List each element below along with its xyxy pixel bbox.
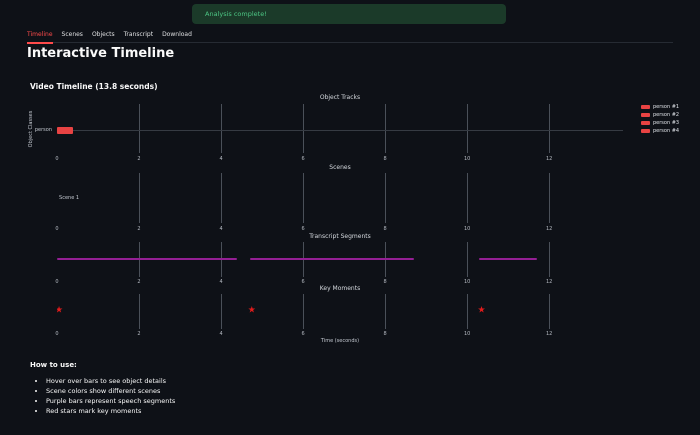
subplot-title: Scenes [329, 164, 351, 171]
panel-plot-area [57, 242, 623, 277]
x-tick-label: 10 [463, 156, 471, 162]
key-moment-star[interactable]: ★ [248, 306, 256, 315]
legend-swatch [641, 105, 650, 109]
x-tick-label: 12 [545, 156, 553, 162]
legend-label: person #3 [653, 120, 680, 126]
x-tick-label: 6 [301, 156, 305, 162]
x-tick-label: 12 [545, 226, 553, 232]
y-tick-label: person [34, 127, 52, 133]
gridline [384, 104, 386, 153]
gridline [220, 173, 222, 223]
key-moment-star[interactable]: ★ [57, 306, 63, 315]
how-to-use-item: Purple bars represent speech segments [46, 396, 175, 406]
subplot-title: Transcript Segments [309, 233, 371, 240]
x-tick-label: 0 [55, 226, 59, 232]
gridline [548, 294, 550, 329]
panel-plot-area [57, 104, 623, 153]
how-to-use-list: Hover over bars to see object details Sc… [30, 376, 175, 416]
gridline [384, 294, 386, 329]
gridline [466, 242, 468, 277]
how-to-use-item: Scene colors show different scenes [46, 386, 175, 396]
x-tick-label: 2 [137, 331, 141, 337]
legend-item[interactable]: person #1 [641, 103, 679, 111]
x-tick-label: 2 [137, 156, 141, 162]
gridline [384, 173, 386, 223]
x-tick-label: 10 [463, 226, 471, 232]
transcript-segment-bar[interactable] [249, 258, 414, 260]
how-to-use-item: Red stars mark key moments [46, 406, 175, 416]
x-tick-label: 12 [545, 331, 553, 337]
x-tick-label: 4 [219, 226, 223, 232]
legend-label: person #4 [653, 128, 680, 134]
legend-label: person #1 [653, 104, 680, 110]
x-tick-label: 8 [383, 226, 387, 232]
legend-item[interactable]: person #4 [641, 127, 679, 135]
x-tick-label: 0 [55, 331, 59, 337]
how-to-use-item: Hover over bars to see object details [46, 376, 175, 386]
gridline [302, 173, 304, 223]
gridline [220, 294, 222, 329]
gridline [138, 294, 140, 329]
transcript-segment-bar[interactable] [57, 258, 238, 260]
x-tick-label: 4 [219, 331, 223, 337]
subplot-title: Object Tracks [319, 94, 361, 101]
x-tick-label: 4 [219, 156, 223, 162]
legend-item[interactable]: person #3 [641, 119, 679, 127]
gridline [466, 294, 468, 329]
how-to-use-title: How to use: [30, 361, 77, 369]
how-to-use-section: How to use: Hover over bars to see objec… [30, 361, 175, 416]
gridline [138, 173, 140, 223]
x-tick-label: 6 [301, 331, 305, 337]
gridline [466, 104, 468, 153]
object-track-bar[interactable] [57, 126, 74, 134]
panel-plot-area: ★ ★ ★ [57, 294, 623, 329]
gridline [220, 104, 222, 153]
key-moment-star[interactable]: ★ [477, 306, 485, 315]
gridline [302, 294, 304, 329]
gridline [548, 242, 550, 277]
gridline [548, 104, 550, 153]
x-axis-title: Time (seconds) [320, 338, 360, 344]
chart-legend: person #1 person #2 person #3 person #4 [641, 103, 679, 135]
legend-label: person #2 [653, 112, 680, 118]
transcript-segment-bar[interactable] [479, 258, 537, 260]
gridline [302, 104, 304, 153]
x-tick-label: 10 [463, 331, 471, 337]
legend-swatch [641, 121, 650, 125]
legend-item[interactable]: person #2 [641, 111, 679, 119]
x-tick-label: 6 [301, 226, 305, 232]
gridline [548, 173, 550, 223]
scene-annotation: Scene 1 [59, 195, 80, 201]
x-tick-label: 2 [137, 226, 141, 232]
category-gridline [57, 130, 623, 131]
x-tick-label: 8 [383, 156, 387, 162]
gridline [138, 104, 140, 153]
x-tick-label: 8 [383, 331, 387, 337]
gridline [466, 173, 468, 223]
timeline-chart: Object Tracks 0 2 4 6 8 10 12 Object Classes pers… [0, 0, 700, 350]
legend-swatch [641, 113, 650, 117]
panel-plot-area: Scene 1 [57, 173, 623, 223]
subplot-title: Key Moments [319, 285, 361, 292]
legend-swatch [641, 129, 650, 133]
x-tick-label: 0 [55, 156, 59, 162]
